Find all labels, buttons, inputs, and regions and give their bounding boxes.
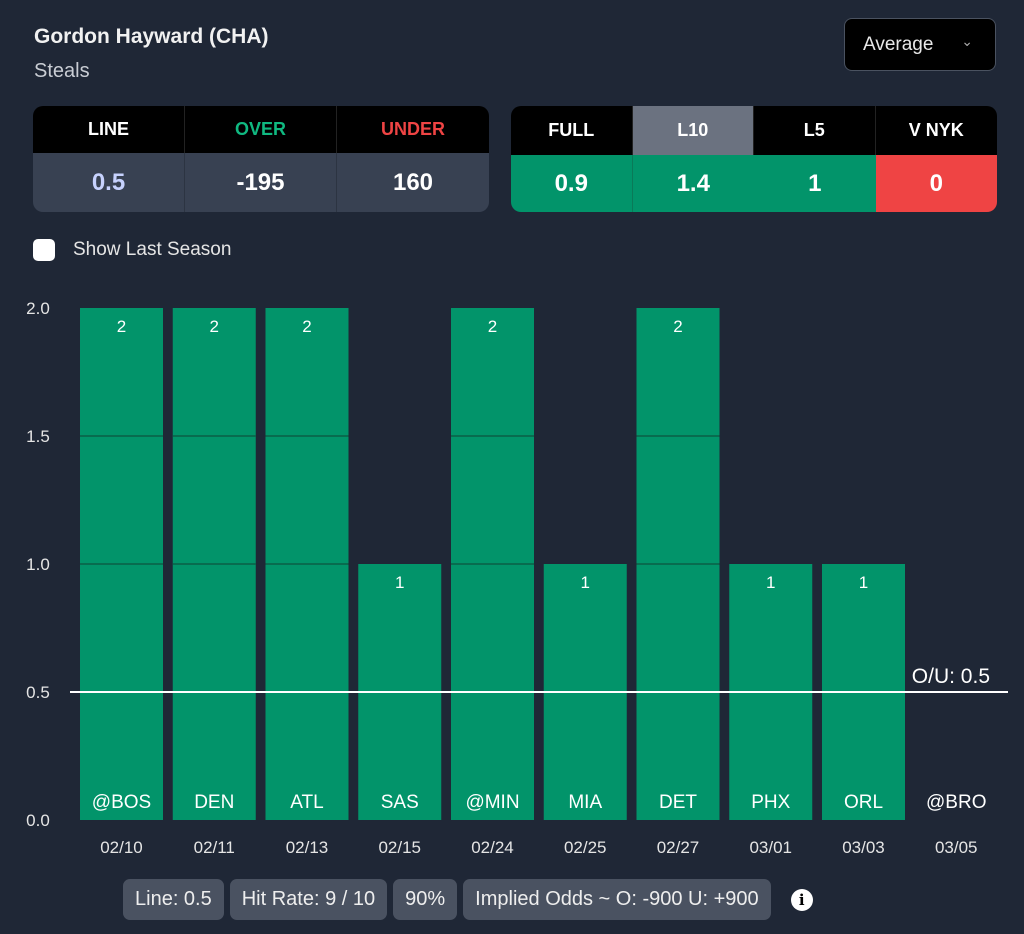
line-pill: Line: 0.5 xyxy=(123,879,224,920)
bar-value-label: 1 xyxy=(859,573,868,592)
bar-value-label: 1 xyxy=(581,573,590,592)
y-tick-label: 0.5 xyxy=(26,683,50,702)
x-tick-label: 03/03 xyxy=(842,838,885,857)
implied-odds-pill: Implied Odds ~ O: -900 U: +900 xyxy=(463,879,771,920)
x-tick-label: 02/24 xyxy=(471,838,514,857)
y-tick-label: 0.0 xyxy=(26,811,50,830)
bar-value-label: 2 xyxy=(673,317,682,336)
opponent-label: ORL xyxy=(844,792,883,813)
x-tick-label: 03/01 xyxy=(749,838,792,857)
bar-value-label: 1 xyxy=(395,573,404,592)
x-tick-label: 02/25 xyxy=(564,838,607,857)
y-tick-label: 1.5 xyxy=(26,427,50,446)
x-tick-label: 02/11 xyxy=(194,838,235,857)
opponent-label: DET xyxy=(659,792,697,813)
bar-value-label: 1 xyxy=(766,573,775,592)
steals-bar-chart: 0.0 0.5 1.0 1.5 2.0 2 @BOS 02/10 2 DEN 02/11 2 ATL 02… xyxy=(26,299,1008,857)
x-tick-label: 02/10 xyxy=(100,838,143,857)
opponent-label: PHX xyxy=(751,792,790,813)
opponent-label: @BRO xyxy=(926,792,986,813)
x-tick-label: 02/27 xyxy=(657,838,700,857)
x-tick-label: 03/05 xyxy=(935,838,978,857)
info-icon[interactable]: i xyxy=(790,888,813,911)
y-tick-label: 2.0 xyxy=(26,299,50,318)
opponent-label: ATL xyxy=(290,792,323,813)
opponent-label: DEN xyxy=(194,792,234,813)
summary-bar: Line: 0.5 Hit Rate: 9 / 10 90% Implied O… xyxy=(123,879,813,920)
percent-pill: 90% xyxy=(393,879,458,920)
bar-value-label: 2 xyxy=(302,317,311,336)
opponent-label: @BOS xyxy=(92,792,151,813)
bar-value-label: 2 xyxy=(488,317,497,336)
hit-rate-pill: Hit Rate: 9 / 10 xyxy=(229,879,388,920)
opponent-label: @MIN xyxy=(465,792,519,813)
bar-value-label: 2 xyxy=(117,317,126,336)
x-tick-label: 02/15 xyxy=(378,838,421,857)
opponent-label: SAS xyxy=(381,792,419,813)
bar-value-label: 2 xyxy=(210,317,219,336)
opponent-label: MIA xyxy=(568,792,602,813)
y-tick-label: 1.0 xyxy=(26,555,50,574)
x-tick-label: 02/13 xyxy=(286,838,329,857)
ou-reference-label: O/U: 0.5 xyxy=(912,665,990,688)
